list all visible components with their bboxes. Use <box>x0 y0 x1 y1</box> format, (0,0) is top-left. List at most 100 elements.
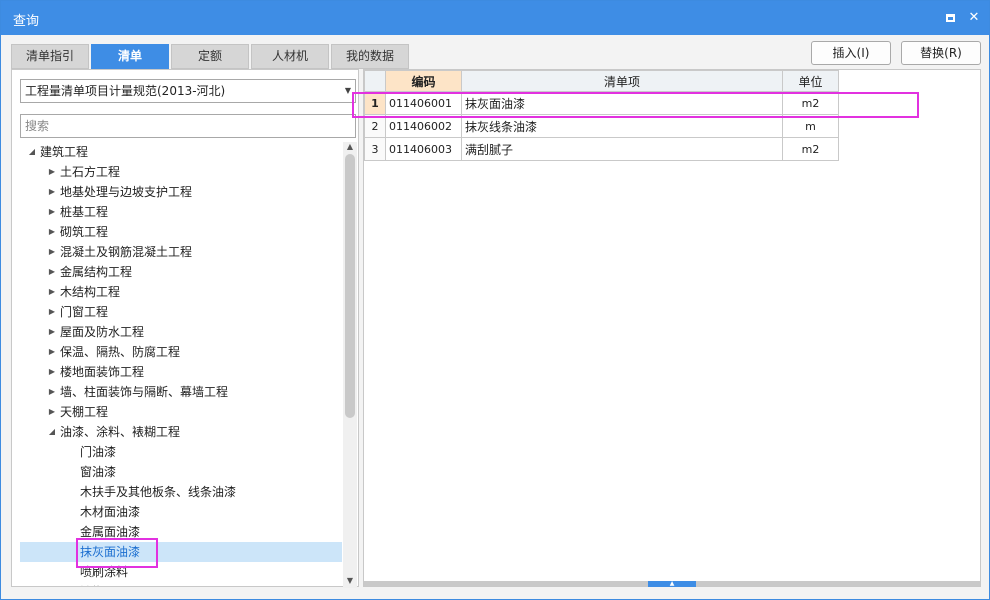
tree-item-label: 窗油漆 <box>80 465 117 479</box>
tree-item-label: 桩基工程 <box>60 205 109 219</box>
tree-item[interactable]: 裱糊 <box>20 582 342 586</box>
maximize-icon[interactable] <box>941 9 959 27</box>
right-panel: 编码 清单项 单位 1 011406001 抹灰面油漆 m2 2 011406002 抹灰线… <box>363 69 981 587</box>
code-cell[interactable]: 011406002 <box>385 114 462 138</box>
tree-item-label: 屋面及防水工程 <box>60 325 145 339</box>
expand-right-icon[interactable]: ▶ <box>46 402 58 422</box>
tree-scroll-thumb[interactable] <box>345 154 355 418</box>
tree-item[interactable]: ▶ 地基处理与边坡支护工程 <box>20 182 342 202</box>
tree-item-label: 木扶手及其他板条、线条油漆 <box>80 485 237 499</box>
expand-right-icon[interactable]: ▶ <box>46 162 58 182</box>
left-panel: 工程量清单项目计量规范(2013-河北) ▼ ◢建筑工程▶土石方工程▶地基处理与… <box>11 69 359 588</box>
name-cell[interactable]: 抹灰面油漆 <box>461 91 783 115</box>
spec-select[interactable]: 工程量清单项目计量规范(2013-河北) ▼ <box>20 79 356 103</box>
category-tree: ◢ 建筑工程 ▶ 土石方工程 ▶ 地基处理与边坡支护工程 ▶ 桩基工程 ▶ 砌筑工程 ▶ 混凝土及钢筋… <box>20 142 342 586</box>
tree-item[interactable]: 金属面油漆 <box>20 522 342 542</box>
unit-cell[interactable]: m2 <box>782 91 839 115</box>
tree-item[interactable]: 门油漆 <box>20 442 342 462</box>
tree-item[interactable]: ▶ 混凝土及钢筋混凝土工程 <box>20 242 342 262</box>
scroll-up-icon[interactable]: ▲ <box>343 142 357 151</box>
tree-item[interactable]: ▶ 屋面及防水工程 <box>20 322 342 342</box>
tree-item-label: 油漆、涂料、裱糊工程 <box>60 425 181 439</box>
tree-item[interactable]: ▶ 保温、隔热、防腐工程 <box>20 342 342 362</box>
tree-item[interactable]: ▶ 墙、柱面装饰与隔断、幕墙工程 <box>20 382 342 402</box>
expand-right-icon[interactable]: ▶ <box>46 262 58 282</box>
search-input[interactable] <box>21 115 355 137</box>
tree-item-label: 门窗工程 <box>60 305 109 319</box>
insert-button[interactable]: 插入(I) <box>811 41 891 65</box>
tree-item[interactable]: 木扶手及其他板条、线条油漆 <box>20 482 342 502</box>
tree-item[interactable]: 喷刷涂料 <box>20 562 342 582</box>
code-cell[interactable]: 011406001 <box>385 91 462 115</box>
window-title: 查询 <box>13 14 40 29</box>
expand-right-icon[interactable]: ▶ <box>46 302 58 322</box>
tree-item-label: 金属结构工程 <box>60 265 133 279</box>
tree-item[interactable]: ▶ 金属结构工程 <box>20 262 342 282</box>
expand-right-icon[interactable]: ▶ <box>46 242 58 262</box>
tree-item[interactable]: ▶ 桩基工程 <box>20 202 342 222</box>
tree-item-label: 木结构工程 <box>60 285 121 299</box>
expand-right-icon[interactable]: ▶ <box>46 222 58 242</box>
tree-item[interactable]: ▶ 木结构工程 <box>20 282 342 302</box>
expand-right-icon[interactable]: ▶ <box>46 382 58 402</box>
expand-right-icon[interactable]: ▶ <box>46 202 58 222</box>
tree-item-label: 裱糊 <box>80 582 104 586</box>
tree-item[interactable]: 木材面油漆 <box>20 502 342 522</box>
tree-item[interactable]: ▶ 砌筑工程 <box>20 222 342 242</box>
tree-item-label: 抹灰面油漆 <box>80 545 141 559</box>
expand-right-icon[interactable]: ▶ <box>46 342 58 362</box>
table-row[interactable]: 2 011406002 抹灰线条油漆 m <box>364 114 839 138</box>
tree-item[interactable]: ▶ 土石方工程 <box>20 162 342 182</box>
row-number-cell[interactable]: 2 <box>364 114 386 138</box>
tree-item-label: 木材面油漆 <box>80 505 141 519</box>
unit-cell[interactable]: m2 <box>782 137 839 161</box>
collapse-handle-icon[interactable]: ▲ <box>648 581 696 587</box>
tree-item[interactable]: ▶ 门窗工程 <box>20 302 342 322</box>
tree-item-label: 门油漆 <box>80 445 117 459</box>
tree-item[interactable]: ◢ 建筑工程 <box>20 142 342 162</box>
tree-item[interactable]: ◢ 油漆、涂料、裱糊工程 <box>20 422 342 442</box>
tab-2[interactable]: 清单 <box>91 44 169 69</box>
tree-item[interactable]: ▶ 楼地面装饰工程 <box>20 362 342 382</box>
tree-item-label: 土石方工程 <box>60 165 121 179</box>
unit-cell[interactable]: m <box>782 114 839 138</box>
row-number-cell[interactable]: 3 <box>364 137 386 161</box>
name-header[interactable]: 清单项 <box>461 70 783 92</box>
expand-right-icon[interactable]: ▶ <box>46 322 58 342</box>
tree-item-label: 混凝土及钢筋混凝土工程 <box>60 245 193 259</box>
tree-item-label: 地基处理与边坡支护工程 <box>60 185 193 199</box>
table-row[interactable]: 3 011406003 满刮腻子 m2 <box>364 137 839 161</box>
tree-item-label: 建筑工程 <box>40 145 89 159</box>
expand-right-icon[interactable]: ▶ <box>46 282 58 302</box>
query-dialog: 查询 ✕ 清单指引 清单 定额 人材机 我的数据 插入(I) 替换(R) 工程量清单项目… <box>0 0 990 600</box>
expand-right-icon[interactable]: ▶ <box>46 362 58 382</box>
expand-down-icon[interactable]: ◢ <box>46 422 58 442</box>
tab-5[interactable]: 我的数据 <box>331 44 409 69</box>
close-icon[interactable]: ✕ <box>965 9 983 27</box>
expand-right-icon[interactable]: ▶ <box>46 182 58 202</box>
tree-item-label: 砌筑工程 <box>60 225 109 239</box>
tab-3[interactable]: 定额 <box>171 44 249 69</box>
tab-1[interactable]: 清单指引 <box>11 44 89 69</box>
spec-select-value: 工程量清单项目计量规范(2013-河北) <box>25 84 226 98</box>
replace-button[interactable]: 替换(R) <box>901 41 981 65</box>
tree-item[interactable]: ▶ 天棚工程 <box>20 402 342 422</box>
title-bar[interactable]: 查询 ✕ <box>1 1 989 35</box>
scroll-down-icon[interactable]: ▼ <box>343 576 357 585</box>
tree-item-label: 喷刷涂料 <box>80 565 129 579</box>
name-cell[interactable]: 抹灰线条油漆 <box>461 114 783 138</box>
table-row[interactable]: 1 011406001 抹灰面油漆 m2 <box>364 91 839 115</box>
expand-down-icon[interactable]: ◢ <box>26 142 38 162</box>
code-cell[interactable]: 011406003 <box>385 137 462 161</box>
chevron-down-icon[interactable]: ▼ <box>345 80 351 102</box>
tab-4[interactable]: 人材机 <box>251 44 329 69</box>
row-number-header <box>364 70 386 92</box>
name-cell[interactable]: 满刮腻子 <box>461 137 783 161</box>
search-field[interactable] <box>20 114 356 138</box>
tree-item-label: 墙、柱面装饰与隔断、幕墙工程 <box>60 385 229 399</box>
row-number-cell[interactable]: 1 <box>364 91 386 115</box>
tree-item[interactable]: 抹灰面油漆 <box>20 542 342 562</box>
code-header[interactable]: 编码 <box>385 70 462 92</box>
unit-header[interactable]: 单位 <box>782 70 839 92</box>
tree-item[interactable]: 窗油漆 <box>20 462 342 482</box>
